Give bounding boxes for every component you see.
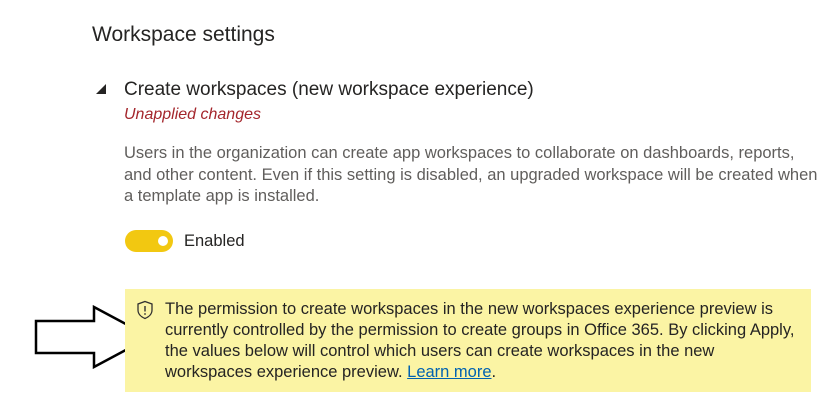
learn-more-link[interactable]: Learn more (407, 363, 491, 381)
collapse-triangle-icon[interactable] (95, 83, 107, 95)
unapplied-changes-label: Unapplied changes (124, 106, 261, 123)
section-title: Workspace settings (92, 23, 275, 46)
notice-period: . (491, 363, 497, 381)
enabled-toggle[interactable] (125, 230, 173, 252)
setting-title[interactable]: Create workspaces (new workspace experie… (124, 79, 534, 101)
notice-text: The permission to create workspaces in t… (165, 299, 805, 383)
setting-description: Users in the organization can create app… (124, 144, 818, 205)
toggle-knob (158, 236, 168, 246)
toggle-label: Enabled (184, 232, 245, 250)
notice-banner: The permission to create workspaces in t… (125, 289, 811, 392)
workspace-settings-page: Workspace settings Create workspaces (ne… (0, 0, 838, 413)
shield-icon (137, 300, 153, 320)
